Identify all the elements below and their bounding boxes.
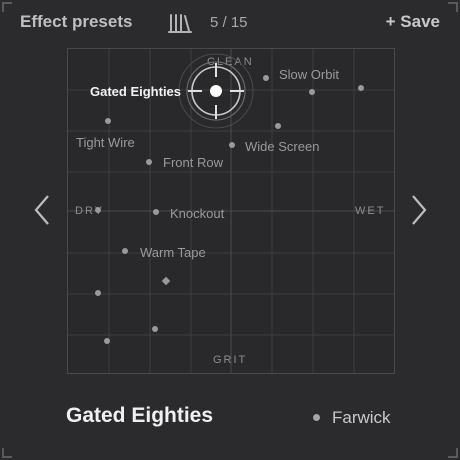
chevron-left-icon[interactable] <box>30 192 54 228</box>
preset-author[interactable]: Farwick <box>332 408 391 428</box>
preset-point[interactable] <box>309 89 315 95</box>
preset-point[interactable] <box>104 338 110 344</box>
corner-mark <box>2 448 12 458</box>
library-icon[interactable] <box>167 11 193 35</box>
preset-label: Knockout <box>170 206 225 221</box>
preset-panel: Effect presets 5 / 15 + Save CLEAN GRIT … <box>0 0 460 460</box>
preset-label: Tight Wire <box>76 135 135 150</box>
preset-label: Warm Tape <box>140 245 206 260</box>
preset-point[interactable] <box>95 290 101 296</box>
preset-label: Wide Screen <box>245 139 320 154</box>
crosshair-icon[interactable] <box>177 52 255 130</box>
preset-point[interactable] <box>229 142 235 148</box>
preset-point[interactable] <box>153 209 159 215</box>
axis-label-bottom: GRIT <box>213 354 248 366</box>
selected-preset-name: Gated Eighties <box>66 404 214 427</box>
selected-preset-label: Gated Eighties <box>90 84 182 99</box>
axis-label-right: WET <box>355 205 386 217</box>
chevron-right-icon[interactable] <box>407 192 431 228</box>
author-indicator <box>313 414 320 421</box>
preset-counter: 5 / 15 <box>210 14 248 31</box>
preset-point[interactable] <box>152 326 158 332</box>
preset-point[interactable] <box>105 118 111 124</box>
preset-label: Front Row <box>163 155 223 170</box>
save-button[interactable]: + Save <box>386 12 440 32</box>
preset-point[interactable] <box>263 75 269 81</box>
preset-point[interactable] <box>146 159 152 165</box>
preset-point[interactable] <box>358 85 364 91</box>
preset-point[interactable] <box>275 123 281 129</box>
corner-mark <box>448 2 458 12</box>
corner-mark <box>2 2 12 12</box>
panel-title: Effect presets <box>20 12 133 31</box>
preset-point[interactable] <box>122 248 128 254</box>
corner-mark <box>448 448 458 458</box>
preset-point[interactable] <box>95 207 101 213</box>
preset-label: Slow Orbit <box>279 67 339 82</box>
